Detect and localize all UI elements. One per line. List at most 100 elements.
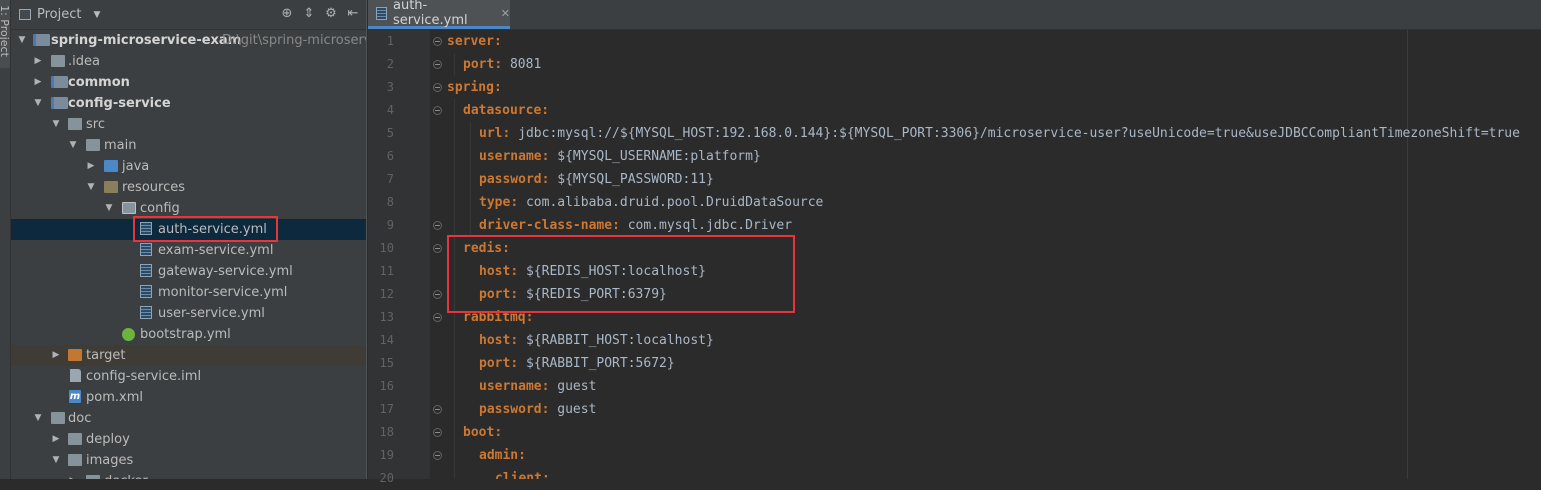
code-line: datasource: xyxy=(463,103,550,118)
hide-icon[interactable]: ⇤ xyxy=(346,6,360,21)
folder-icon xyxy=(68,454,82,466)
chevron-right-icon[interactable]: ▶ xyxy=(33,72,43,93)
tree-item-label: config-service xyxy=(68,96,171,111)
code-line: username: ${MYSQL_USERNAME:platform} xyxy=(479,149,761,164)
tree-item-bootstrap-yml[interactable]: bootstrap.yml xyxy=(11,324,366,345)
line-number: 7 xyxy=(386,172,394,186)
chevron-right-icon[interactable]: ▶ xyxy=(33,51,43,72)
right-margin-guide xyxy=(1407,30,1408,479)
tree-item-images[interactable]: ▼ images xyxy=(11,450,366,471)
fold-icon[interactable] xyxy=(433,60,442,69)
project-view-selector[interactable]: Project ▼ xyxy=(19,7,100,22)
fold-icon[interactable] xyxy=(433,83,442,92)
tree-item-resources[interactable]: ▼ resources xyxy=(11,177,366,198)
tree-item-auth-service-yml[interactable]: auth-service.yml xyxy=(11,219,366,240)
tree-item-label: exam-service.yml xyxy=(158,243,274,258)
line-number: 16 xyxy=(379,379,394,393)
tree-item-docker[interactable]: ▶ docker xyxy=(11,471,366,479)
tree-item-path: D:\git\spring-microservice xyxy=(222,33,366,48)
tree-item-common[interactable]: ▶ common xyxy=(11,72,366,93)
yaml-value: com.mysql.jdbc.Driver xyxy=(619,218,793,233)
tree-item-config[interactable]: ▼ config xyxy=(11,198,366,219)
code-line: boot: xyxy=(463,425,503,440)
tree-item-user-service-yml[interactable]: user-service.yml xyxy=(11,303,366,324)
tree-item-gateway-service-yml[interactable]: gateway-service.yml xyxy=(11,261,366,282)
fold-icon[interactable] xyxy=(433,221,442,230)
close-icon[interactable]: ✕ xyxy=(501,7,510,20)
fold-icon[interactable] xyxy=(433,428,442,437)
chevron-down-icon[interactable]: ▼ xyxy=(86,177,96,198)
yaml-key: host xyxy=(479,333,511,348)
project-panel-header: Project ▼ ⊕ ⇕ ⚙ ⇤ xyxy=(11,0,366,30)
indent-guide xyxy=(454,99,455,479)
tree-item-src[interactable]: ▼ src xyxy=(11,114,366,135)
tree-item-label: monitor-service.yml xyxy=(158,285,288,300)
fold-icon[interactable] xyxy=(433,106,442,115)
fold-icon[interactable] xyxy=(433,37,442,46)
project-tool-tab[interactable]: 1: Project xyxy=(0,0,10,68)
collapse-all-icon[interactable]: ⇕ xyxy=(302,6,316,21)
yaml-key: driver-class-name xyxy=(479,218,613,233)
code-editor[interactable]: server: port: 8081 spring: datasource: u… xyxy=(430,30,1541,479)
excluded-folder-icon xyxy=(68,349,82,361)
tab-auth-service-yml[interactable]: auth-service.yml ✕ xyxy=(368,0,510,29)
fold-icon[interactable] xyxy=(433,451,442,460)
fold-icon[interactable] xyxy=(433,290,442,299)
chevron-right-icon[interactable]: ▶ xyxy=(86,156,96,177)
tree-item-config-service[interactable]: ▼ config-service xyxy=(11,93,366,114)
yaml-key: rabbitmq xyxy=(463,310,526,325)
fold-icon[interactable] xyxy=(433,244,442,253)
yaml-key: username xyxy=(479,149,542,164)
yaml-value: ${RABBIT_PORT:5672} xyxy=(518,356,675,371)
line-number: 19 xyxy=(379,448,394,462)
chevron-down-icon[interactable]: ▼ xyxy=(17,30,27,51)
chevron-right-icon[interactable]: ▶ xyxy=(51,345,61,366)
code-line: password: guest xyxy=(479,402,597,417)
gear-icon[interactable]: ⚙ xyxy=(324,6,338,21)
line-number: 3 xyxy=(386,80,394,94)
tree-item-label: src xyxy=(86,117,105,132)
tree-item-config-service-iml[interactable]: config-service.iml xyxy=(11,366,366,387)
tree-item-doc[interactable]: ▼ doc xyxy=(11,408,366,429)
line-number: 12 xyxy=(379,287,394,301)
fold-icon[interactable] xyxy=(433,313,442,322)
tree-item-main[interactable]: ▼ main xyxy=(11,135,366,156)
tree-item-exam-service-yml[interactable]: exam-service.yml xyxy=(11,240,366,261)
yaml-file-icon xyxy=(140,243,152,256)
locate-icon[interactable]: ⊕ xyxy=(280,6,294,21)
spring-boot-icon xyxy=(122,328,135,341)
tree-item-monitor-service-yml[interactable]: monitor-service.yml xyxy=(11,282,366,303)
chevron-down-icon[interactable]: ▼ xyxy=(104,198,114,219)
fold-icon[interactable] xyxy=(433,405,442,414)
line-number: 1 xyxy=(386,34,394,48)
tree-item-target[interactable]: ▶ target xyxy=(11,345,366,366)
chevron-right-icon[interactable]: ▶ xyxy=(68,471,78,479)
tree-item-idea[interactable]: ▶ .idea xyxy=(11,51,366,72)
line-number: 14 xyxy=(379,333,394,347)
tree-item-spring-microservice-exam[interactable]: ▼ spring-microservice-exam D:\git\spring… xyxy=(11,30,366,51)
yaml-value: guest xyxy=(549,402,597,417)
tree-item-label: resources xyxy=(122,180,186,195)
module-folder-icon xyxy=(33,34,50,46)
tree-item-deploy[interactable]: ▶ deploy xyxy=(11,429,366,450)
code-line: server: xyxy=(447,34,502,49)
chevron-down-icon[interactable]: ▼ xyxy=(51,114,61,135)
tree-item-label: .idea xyxy=(68,54,100,69)
tree-item-pom-xml[interactable]: m pom.xml xyxy=(11,387,366,408)
tree-item-java[interactable]: ▶ java xyxy=(11,156,366,177)
line-number: 17 xyxy=(379,402,394,416)
chevron-down-icon[interactable]: ▼ xyxy=(51,450,61,471)
chevron-right-icon[interactable]: ▶ xyxy=(51,429,61,450)
chevron-down-icon[interactable]: ▼ xyxy=(33,408,43,429)
code-line: url: jdbc:mysql://${MYSQL_HOST:192.168.0… xyxy=(479,126,1520,141)
yaml-key: admin xyxy=(479,448,519,463)
chevron-down-icon[interactable]: ▼ xyxy=(68,135,78,156)
chevron-down-icon[interactable]: ▼ xyxy=(33,93,43,114)
line-number: 11 xyxy=(379,264,394,278)
folder-icon xyxy=(51,412,65,424)
yaml-key: password xyxy=(479,402,542,417)
yaml-key: spring xyxy=(447,80,494,95)
line-number: 10 xyxy=(379,241,394,255)
resources-folder-icon xyxy=(104,181,118,193)
code-line: admin: xyxy=(479,448,526,463)
